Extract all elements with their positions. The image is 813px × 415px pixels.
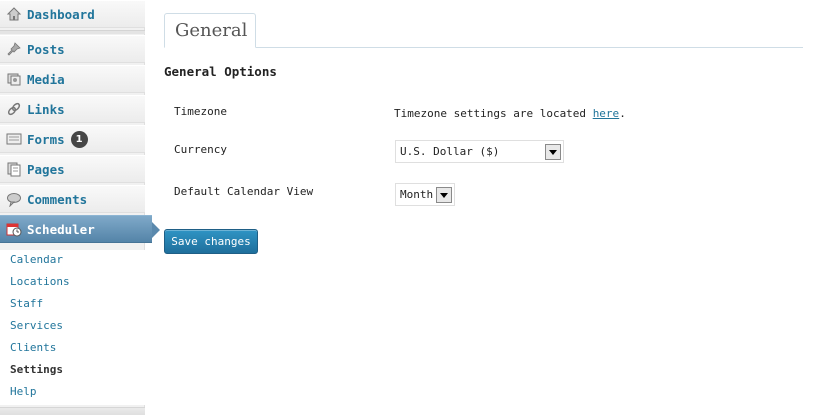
menu-item-dashboard[interactable]: Dashboard <box>0 0 145 28</box>
menu-item-media[interactable]: Media <box>0 65 145 93</box>
pages-icon <box>6 161 22 177</box>
menu-item-label: Comments <box>27 191 88 207</box>
submenu-item-clients[interactable]: Clients <box>10 340 56 356</box>
currency-label: Currency <box>174 143 227 156</box>
timezone-label: Timezone <box>174 105 227 118</box>
menu-item-comments[interactable]: Comments <box>0 185 145 213</box>
menu-item-label: Links <box>27 101 65 117</box>
submenu-item-staff[interactable]: Staff <box>10 296 43 312</box>
section-title: General Options <box>164 64 277 79</box>
timezone-suffix: . <box>619 107 626 120</box>
currency-select[interactable]: U.S. Dollar ($) <box>395 140 564 163</box>
chevron-down-icon[interactable] <box>436 187 452 203</box>
timezone-here-link[interactable]: here <box>593 107 620 120</box>
menu-separator <box>0 30 145 34</box>
timezone-info: Timezone settings are located here. <box>394 107 626 120</box>
tab-general[interactable]: General <box>164 13 256 48</box>
menu-item-label: Forms <box>27 131 65 147</box>
save-changes-button[interactable]: Save changes <box>164 229 258 254</box>
menu-item-label: Scheduler <box>27 221 95 237</box>
pushpin-icon <box>6 41 22 57</box>
menu-item-label: Media <box>27 71 65 87</box>
menu-item-label: Posts <box>27 41 65 57</box>
admin-sidebar: Dashboard Posts Media Links Forms 1 Page… <box>0 0 160 415</box>
currency-selected-value: U.S. Dollar ($) <box>400 145 500 158</box>
calendar-view-label: Default Calendar View <box>174 185 314 198</box>
menu-item-label: Pages <box>27 161 65 177</box>
main-content: General General Options Timezone Timezon… <box>146 0 813 415</box>
comment-bubble-icon <box>6 191 22 207</box>
forms-count-badge: 1 <box>70 130 88 148</box>
submenu-item-locations[interactable]: Locations <box>10 274 70 290</box>
submenu-item-help[interactable]: Help <box>10 384 37 400</box>
scheduler-submenu: Calendar Locations Staff Services Client… <box>0 250 145 405</box>
submenu-item-settings[interactable]: Settings <box>10 362 63 378</box>
calendar-clock-icon <box>6 221 22 237</box>
submenu-item-calendar[interactable]: Calendar <box>10 252 63 268</box>
dashboard-icon <box>6 6 22 22</box>
chevron-down-icon[interactable] <box>545 144 561 160</box>
menu-item-posts[interactable]: Posts <box>0 35 145 63</box>
menu-item-scheduler[interactable]: Scheduler <box>0 215 160 243</box>
calendar-view-selected-value: Month <box>400 188 434 201</box>
calendar-view-select[interactable]: Month <box>395 183 455 206</box>
menu-item-pages[interactable]: Pages <box>0 155 145 183</box>
menu-item-forms[interactable]: Forms 1 <box>0 125 145 153</box>
link-icon <box>6 101 22 117</box>
form-icon <box>6 131 22 147</box>
media-icon <box>6 71 22 87</box>
timezone-text: Timezone settings are located <box>394 107 593 120</box>
menu-item-label: Dashboard <box>27 6 95 22</box>
menu-item-links[interactable]: Links <box>0 95 145 123</box>
sidebar-footer-bar <box>0 407 145 415</box>
tab-divider <box>164 47 803 48</box>
submenu-item-services[interactable]: Services <box>10 318 63 334</box>
